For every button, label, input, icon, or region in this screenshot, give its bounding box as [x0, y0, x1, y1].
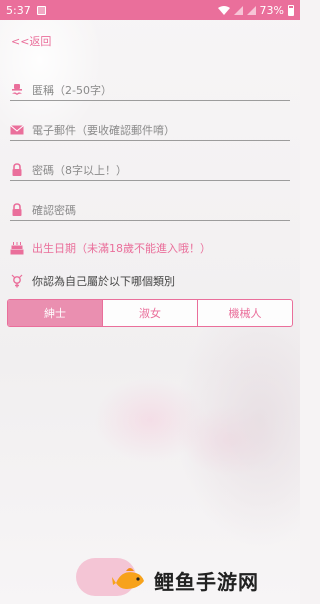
password-field[interactable]: 密碼（8字以上！）: [10, 159, 290, 181]
gender-option-robot[interactable]: 機械人: [198, 300, 292, 326]
back-link[interactable]: <<返回: [11, 33, 51, 49]
status-bar: 5:37 73%: [0, 0, 300, 20]
watermark-text: 鲤鱼手游网: [154, 569, 259, 594]
gender-segmented-control: 紳士 淑女 機械人: [7, 299, 293, 327]
confirm-password-field[interactable]: 確認密碼: [10, 199, 290, 221]
password-placeholder: 密碼（8字以上！）: [32, 163, 127, 177]
email-field[interactable]: 電子郵件（要收確認郵件唷）: [10, 119, 290, 141]
battery-percent: 73%: [259, 3, 284, 17]
signal-icon: [233, 5, 243, 15]
birthday-label: 出生日期（未滿18歲不能進入哦！）: [32, 242, 211, 255]
nickname-field[interactable]: 匿稱（2-50字）: [10, 79, 290, 101]
envelope-icon: [10, 124, 24, 134]
lock-icon: [12, 202, 22, 216]
birthday-selector[interactable]: 出生日期（未滿18歲不能進入哦！）: [10, 240, 211, 256]
gender-question: 你認為自己屬於以下哪個類別: [10, 273, 175, 289]
gender-option-gentleman[interactable]: 紳士: [8, 300, 103, 326]
cake-icon: [10, 242, 24, 255]
email-placeholder: 電子郵件（要收確認郵件唷）: [32, 123, 175, 137]
wifi-icon: [217, 5, 230, 15]
hat-mustache-icon: [12, 83, 22, 95]
battery-icon: [288, 4, 294, 16]
gender-option-lady[interactable]: 淑女: [103, 300, 198, 326]
carp-logo-icon: [112, 568, 144, 589]
lock-icon: [12, 162, 22, 176]
status-time: 5:37: [6, 3, 31, 17]
notification-icon: [36, 5, 46, 15]
nickname-placeholder: 匿稱（2-50字）: [32, 83, 112, 97]
gender-symbol-icon: [11, 274, 23, 288]
watermark: 鲤鱼手游网: [112, 560, 259, 600]
gender-question-text: 你認為自己屬於以下哪個類別: [32, 275, 175, 288]
signal-icon-2: [246, 5, 256, 15]
confirm-password-placeholder: 確認密碼: [32, 203, 76, 217]
